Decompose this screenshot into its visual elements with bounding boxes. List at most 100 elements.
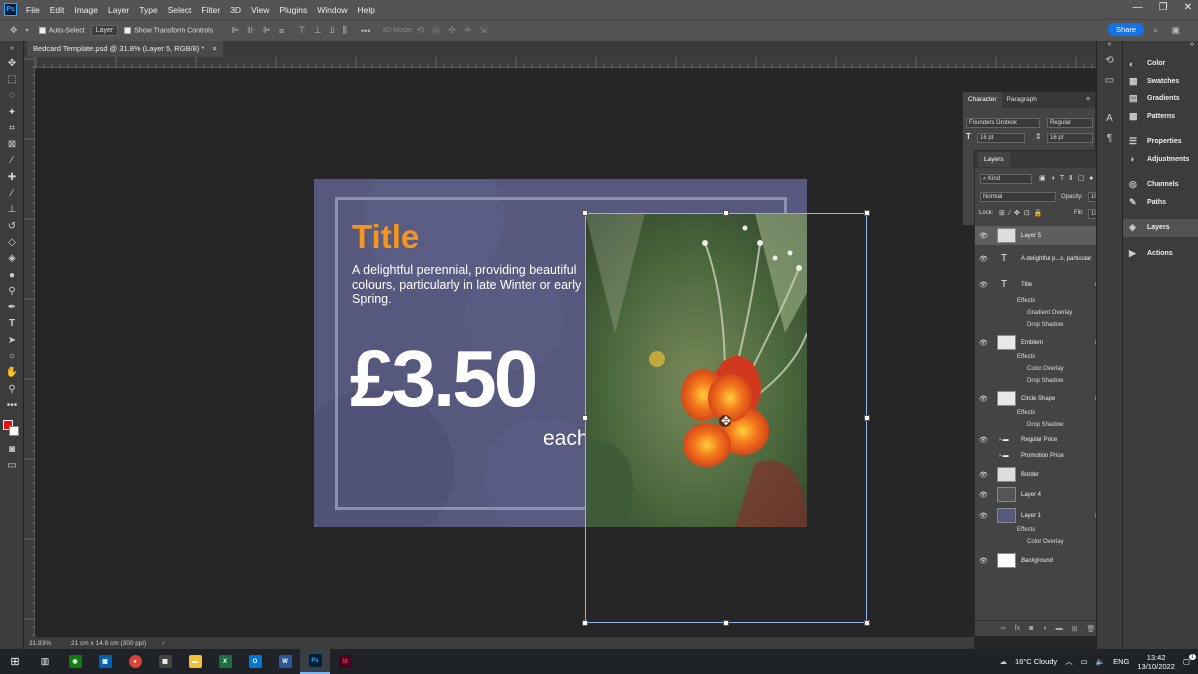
layer-row-text[interactable]: 👁 T A delightful p...s, particular: [975, 249, 1111, 268]
share-button[interactable]: Share: [1107, 23, 1144, 36]
close-icon[interactable]: ✕: [1184, 2, 1192, 13]
font-style-select[interactable]: Regular: [1047, 118, 1093, 128]
marquee-tool-icon[interactable]: ⬚: [0, 71, 24, 87]
visibility-eye-icon[interactable]: 👁: [979, 339, 988, 347]
comment-icon[interactable]: ▭: [1097, 75, 1122, 95]
language-indicator[interactable]: ENG: [1113, 657, 1129, 666]
auto-select-checkbox[interactable]: Auto-Select: [38, 26, 85, 34]
transform-handle-tm[interactable]: [723, 210, 729, 216]
taskbar-app[interactable]: ▬: [180, 649, 210, 674]
filter-icons[interactable]: ▣◑TⅡ▢●: [1039, 174, 1098, 182]
task-view-button[interactable]: ▥: [30, 649, 60, 674]
workspace-icon[interactable]: ▣: [1171, 25, 1180, 36]
taskbar-app[interactable]: ▦: [150, 649, 180, 674]
effects-label[interactable]: Effects: [1017, 298, 1035, 304]
effects-label[interactable]: Effects: [1017, 354, 1035, 360]
panel-patterns[interactable]: ▩ Patterns: [1123, 108, 1198, 126]
link-icon[interactable]: ∞: [1001, 625, 1006, 632]
lock-icons[interactable]: ⊞∕✥⊡🔒: [999, 209, 1046, 217]
volume-icon[interactable]: 🔈: [1096, 657, 1105, 666]
collapse-icon[interactable]: «: [1097, 41, 1122, 55]
collapse-icon[interactable]: »: [1123, 41, 1198, 55]
align-right-icon[interactable]: ⊫: [263, 25, 271, 36]
menu-filter[interactable]: Filter: [196, 5, 225, 15]
layer-row-title[interactable]: 👁 T Title fx: [975, 275, 1111, 294]
layer-filter-select[interactable]: ⌕ Kind: [980, 174, 1032, 184]
layer-row-layer-5[interactable]: 👁 Layer 5: [975, 226, 1111, 245]
visibility-eye-icon[interactable]: 👁: [979, 512, 988, 520]
collapse-icon[interactable]: »: [0, 41, 24, 55]
align-bottom-icon[interactable]: ⫫: [330, 25, 335, 36]
layer-group-promotion-price[interactable]: › ▬ Promotion Price: [975, 449, 1111, 463]
layer-row-circle-shape[interactable]: 👁 Circle Shape fx: [975, 389, 1111, 408]
screen-mode-icon[interactable]: ▭: [0, 458, 24, 474]
panel-gradients[interactable]: ▤ Gradients: [1123, 90, 1198, 108]
menu-3d[interactable]: 3D: [225, 5, 246, 15]
eyedropper-icon[interactable]: ⁄: [0, 153, 24, 169]
visibility-eye-icon[interactable]: 👁: [979, 281, 988, 289]
clock[interactable]: 13:42 13/10/2022: [1137, 653, 1175, 671]
reference-point-icon[interactable]: ✥: [721, 414, 731, 428]
panel-properties[interactable]: ☰ Properties: [1123, 133, 1198, 151]
chevron-up-icon[interactable]: ︿: [1065, 656, 1073, 667]
layer-row-emblem[interactable]: 👁 Emblem fx: [975, 333, 1111, 352]
minimize-icon[interactable]: —: [1133, 2, 1143, 13]
effect-item[interactable]: Color Overlay: [1027, 539, 1064, 545]
move-tool-icon[interactable]: ✥: [0, 55, 24, 71]
3d-scale-icon[interactable]: ⇲: [479, 25, 487, 36]
network-icon[interactable]: ▭: [1081, 657, 1088, 666]
maximize-icon[interactable]: ❐: [1159, 2, 1168, 13]
align-top-icon[interactable]: ⊤: [298, 25, 306, 36]
visibility-eye-icon[interactable]: 👁: [979, 491, 988, 499]
menu-plugins[interactable]: Plugins: [274, 5, 312, 15]
taskbar-app[interactable]: X: [210, 649, 240, 674]
paint-bucket-icon[interactable]: ◈: [0, 251, 24, 267]
font-size-field[interactable]: 16 pt: [977, 133, 1025, 143]
visibility-eye-icon[interactable]: 👁: [979, 255, 988, 263]
blur-tool-icon[interactable]: ●: [0, 267, 24, 283]
zoom-tool-icon[interactable]: ⚲: [0, 381, 24, 397]
layer-row-layer-4[interactable]: 👁 Layer 4 🔒: [975, 485, 1111, 504]
taskbar-app[interactable]: ●: [120, 649, 150, 674]
start-button[interactable]: ⊞: [0, 649, 30, 674]
effect-item[interactable]: Gradient Overlay: [1027, 310, 1072, 316]
layer-group-regular-price[interactable]: 👁 › ▬ Regular Price: [975, 433, 1111, 447]
taskbar-app[interactable]: Id: [330, 649, 360, 674]
more-options-icon[interactable]: •••: [361, 26, 370, 36]
dodge-tool-icon[interactable]: ⚲: [0, 283, 24, 299]
panel-layers[interactable]: ◈ Layers: [1123, 219, 1198, 237]
color-swatches[interactable]: [0, 414, 23, 442]
align-center-icon[interactable]: ⊪: [247, 25, 255, 36]
weather-text[interactable]: 16°C Cloudy: [1015, 657, 1057, 666]
brush-tool-icon[interactable]: ∕: [0, 185, 24, 201]
align-middle-icon[interactable]: ⊥: [314, 25, 322, 36]
3d-slide-icon[interactable]: ✛: [464, 25, 472, 36]
transform-handle-bm[interactable]: [723, 620, 729, 626]
align-left-icon[interactable]: ⊫: [231, 25, 239, 36]
menu-view[interactable]: View: [246, 5, 274, 15]
close-tab-icon[interactable]: ×: [212, 44, 216, 53]
visibility-eye-icon[interactable]: 👁: [979, 557, 988, 565]
crop-tool-icon[interactable]: ⌗: [0, 120, 24, 136]
transform-handle-br[interactable]: [864, 620, 870, 626]
visibility-eye-icon[interactable]: 👁: [979, 395, 988, 403]
path-selection-icon[interactable]: ➤: [0, 332, 24, 348]
menu-window[interactable]: Window: [312, 5, 352, 15]
distribute-vertical-icon[interactable]: ⫼: [343, 25, 347, 36]
3d-orbit-icon[interactable]: ⟲: [417, 25, 425, 36]
more-tools-icon[interactable]: •••: [0, 397, 24, 413]
chevron-down-icon[interactable]: ▾: [26, 27, 29, 34]
tab-layers[interactable]: Layers: [978, 152, 1010, 167]
vertical-ruler[interactable]: [24, 57, 35, 637]
panel-actions[interactable]: ▶ Actions: [1123, 245, 1198, 263]
transform-handle-tr[interactable]: [864, 210, 870, 216]
panel-color[interactable]: ◐ Color: [1123, 55, 1198, 73]
transform-handle-mr[interactable]: [864, 415, 870, 421]
magic-wand-icon[interactable]: ✦: [0, 104, 24, 120]
panel-paths[interactable]: ✎ Paths: [1123, 194, 1198, 212]
visibility-eye-icon[interactable]: 👁: [979, 436, 988, 444]
3d-roll-icon[interactable]: ◎: [432, 25, 440, 36]
effect-item[interactable]: Drop Shadow: [1027, 422, 1063, 428]
auto-select-dropdown[interactable]: Layer: [90, 25, 119, 36]
effects-label[interactable]: Effects: [1017, 527, 1035, 533]
